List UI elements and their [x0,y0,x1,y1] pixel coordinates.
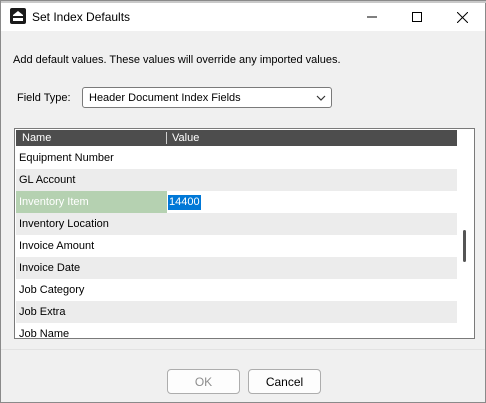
close-icon [456,11,468,23]
footer-divider [1,349,485,350]
grid-rows: Equipment Number GL Account Inventory It… [16,147,457,339]
column-header-name[interactable]: Name [22,132,51,144]
scrollbar-thumb[interactable] [463,230,466,262]
table-row[interactable]: Invoice Amount [16,235,457,257]
set-index-defaults-dialog: Set Index Defaults Add default values. T… [0,0,486,403]
field-name-cell: Equipment Number [19,152,114,164]
table-row-selected[interactable]: Inventory Item 14400 [16,191,457,213]
field-name-cell: GL Account [19,174,76,186]
minimize-button[interactable] [349,3,395,31]
field-name-cell: Job Category [19,284,85,296]
grid-header: Name Value [16,130,457,146]
field-name-cell: Job Name [19,328,70,339]
field-name-cell: Inventory Location [19,218,109,230]
field-type-select[interactable]: Header Document Index Fields [82,87,332,108]
close-button[interactable] [439,3,485,31]
maximize-button[interactable] [394,3,440,31]
table-row[interactable]: Inventory Location [16,213,457,235]
cancel-button[interactable]: Cancel [248,369,321,394]
field-type-label: Field Type: [17,92,71,104]
table-row[interactable]: Job Name [16,323,457,339]
table-row[interactable]: Invoice Date [16,257,457,279]
column-divider[interactable] [166,132,167,144]
window-title: Set Index Defaults [32,10,131,24]
table-row[interactable]: Job Extra [16,301,457,323]
field-name-cell: Invoice Amount [19,240,95,252]
minimize-icon [367,16,377,18]
table-row[interactable]: Job Category [16,279,457,301]
table-row[interactable]: GL Account [16,169,457,191]
table-row[interactable]: Equipment Number [16,147,457,169]
selected-value-text[interactable]: 14400 [168,195,201,210]
chevron-down-icon [316,95,326,101]
ok-button[interactable]: OK [167,369,240,394]
title-bar: Set Index Defaults [1,3,485,31]
field-type-value: Header Document Index Fields [89,92,241,104]
field-name-cell: Invoice Date [19,262,81,274]
column-header-value[interactable]: Value [172,132,199,144]
field-value-editor[interactable]: 14400 [168,191,201,213]
field-name-cell: Inventory Item [16,191,167,213]
index-fields-grid[interactable]: Name Value Equipment Number GL Account I… [14,128,475,339]
intro-text: Add default values. These values will ov… [13,54,341,66]
app-icon [10,8,26,24]
field-name-cell: Job Extra [19,306,66,318]
vertical-scrollbar[interactable] [457,130,473,337]
maximize-icon [412,12,422,22]
